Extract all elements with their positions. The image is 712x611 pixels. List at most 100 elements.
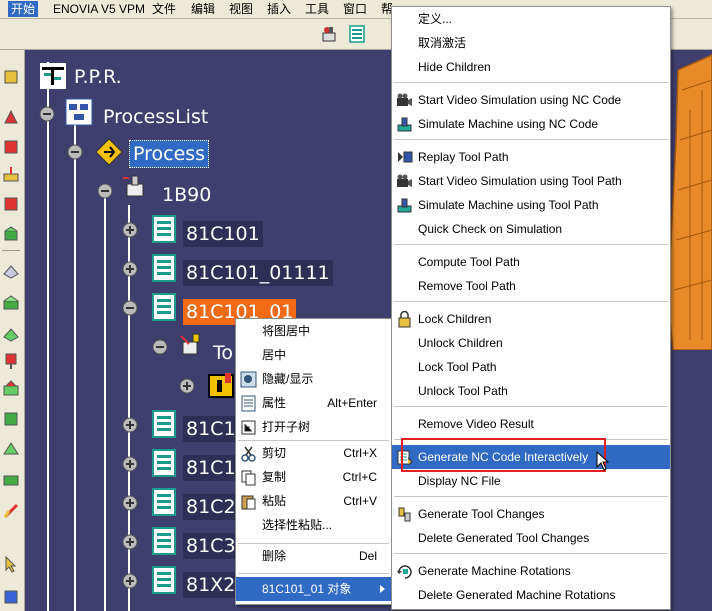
tool-icon-12[interactable] <box>2 410 20 428</box>
tool-icon-11[interactable] <box>2 380 20 398</box>
collapse-icon[interactable] <box>97 183 113 199</box>
submenu-item-remove-toolpath[interactable]: Remove Tool Path <box>392 274 670 298</box>
tree-node-op[interactable]: 81C101 <box>183 221 263 247</box>
tree-node-tool[interactable]: To <box>210 340 236 366</box>
tool-icon-13[interactable] <box>2 440 20 458</box>
menu-tools[interactable]: 工具 <box>305 2 329 16</box>
submenu-item-unlock-toolpath[interactable]: Unlock Tool Path <box>392 379 670 403</box>
nc-operation-icon <box>152 293 176 321</box>
pointer-tool-icon[interactable] <box>2 555 20 573</box>
menu-view[interactable]: 视图 <box>229 2 253 16</box>
tree-node-process[interactable]: Process <box>129 140 210 168</box>
menu-item-reframe[interactable]: 将图居中 <box>236 319 391 343</box>
context-menu: 将图居中 居中 隐藏/显示 属性 Alt+Enter 打开子树 剪切 Ctrl+X … <box>235 318 392 605</box>
menu-item-cut[interactable]: 剪切 Ctrl+X <box>236 441 391 465</box>
expand-icon[interactable] <box>122 495 138 511</box>
tool-icon-8[interactable] <box>2 294 20 312</box>
tree-node-op[interactable]: 81C1 <box>183 416 239 442</box>
menu-item-open-subtree[interactable]: 打开子树 <box>236 415 391 439</box>
tool-icon-9[interactable] <box>2 325 20 343</box>
menu-item-paste[interactable]: 粘贴 Ctrl+V <box>236 489 391 513</box>
nc-program-icon[interactable] <box>347 24 367 44</box>
submenu-item-generate-rotations[interactable]: Generate Machine Rotations <box>392 559 670 583</box>
tool-icon-6[interactable] <box>2 225 20 243</box>
submenu-item-delete-tool-changes[interactable]: Delete Generated Tool Changes <box>392 526 670 550</box>
submenu-item-simulate-nc[interactable]: Simulate Machine using NC Code <box>392 112 670 136</box>
menu-item-copy[interactable]: 复制 Ctrl+C <box>236 465 391 489</box>
simulate-machine-icon <box>397 198 412 213</box>
menu-item-object-submenu[interactable]: 81C101_01 对象 <box>236 577 391 601</box>
tree-node-processlist[interactable]: ProcessList <box>100 104 211 130</box>
3d-model-viewport[interactable] <box>668 50 712 350</box>
menu-item-hide-show[interactable]: 隐藏/显示 <box>236 367 391 391</box>
tool-icon-15[interactable] <box>2 502 20 520</box>
menu-item-delete[interactable]: 删除 Del <box>236 544 391 568</box>
collapse-icon[interactable] <box>39 106 55 122</box>
submenu-item-delete-rotations[interactable]: Delete Generated Machine Rotations <box>392 583 670 607</box>
submenu-item-replay-toolpath[interactable]: Replay Tool Path <box>392 145 670 169</box>
expand-icon[interactable] <box>122 534 138 550</box>
tool-icon-4[interactable] <box>2 166 20 184</box>
submenu-item-lock-toolpath[interactable]: Lock Tool Path <box>392 355 670 379</box>
tool-icon-17[interactable] <box>2 588 20 606</box>
collapse-icon[interactable] <box>152 339 168 355</box>
menu-enovia[interactable]: ENOVIA V5 VPM <box>53 2 145 16</box>
tool-icon-3[interactable] <box>2 138 20 156</box>
nc-operation-icon <box>152 254 176 282</box>
part-operation-icon <box>123 175 144 197</box>
submenu-item-lock-children[interactable]: Lock Children <box>392 307 670 331</box>
tree-node-ppr[interactable]: P.P.R. <box>71 64 125 90</box>
nc-operation-icon <box>152 566 176 594</box>
submenu-item-video-toolpath[interactable]: Start Video Simulation using Tool Path <box>392 169 670 193</box>
tree-node-1b90[interactable]: 1B90 <box>159 182 214 208</box>
object-submenu: 定义... 取消激活 Hide Children Start Video Sim… <box>391 6 671 610</box>
expand-icon[interactable] <box>122 417 138 433</box>
submenu-item-simulate-toolpath[interactable]: Simulate Machine using Tool Path <box>392 193 670 217</box>
submenu-item-video-nc[interactable]: Start Video Simulation using NC Code <box>392 88 670 112</box>
menu-separator <box>394 301 668 302</box>
tree-node-op[interactable]: 81C2 <box>183 494 239 520</box>
menu-start[interactable]: 开始 <box>8 1 39 17</box>
toolbar-separator <box>2 250 20 251</box>
expand-icon[interactable] <box>122 456 138 472</box>
tool-icon-14[interactable] <box>2 470 20 488</box>
tree-line <box>74 120 76 611</box>
nc-operation-icon <box>152 527 176 555</box>
submenu-item-quick-check[interactable]: Quick Check on Simulation <box>392 217 670 241</box>
tree-node-op[interactable]: 81C3 <box>183 533 239 559</box>
expand-icon[interactable] <box>179 378 195 394</box>
submenu-item-deactivate[interactable]: 取消激活 <box>392 31 670 55</box>
menu-item-properties[interactable]: 属性 Alt+Enter <box>236 391 391 415</box>
expand-icon[interactable] <box>122 573 138 589</box>
tree-node-op[interactable]: 81C101_01111 <box>183 260 333 286</box>
submenu-item-compute-toolpath[interactable]: Compute Tool Path <box>392 250 670 274</box>
tool-icon-1[interactable] <box>2 68 20 86</box>
tree-node-op[interactable]: 81C1 <box>183 455 239 481</box>
lock-icon <box>398 311 411 328</box>
copy-icon <box>241 470 256 486</box>
submenu-arrow-icon <box>380 585 385 593</box>
tool-icon-10[interactable] <box>2 352 20 370</box>
submenu-item-define[interactable]: 定义... <box>392 7 670 31</box>
menu-item-center[interactable]: 居中 <box>236 343 391 367</box>
tool-icon-7[interactable] <box>2 262 20 280</box>
menu-separator <box>394 244 668 245</box>
collapse-icon[interactable] <box>67 144 83 160</box>
submenu-item-unlock-children[interactable]: Unlock Children <box>392 331 670 355</box>
tree-node-op[interactable]: 81X2 <box>183 572 239 598</box>
menu-insert[interactable]: 插入 <box>267 2 291 16</box>
submenu-item-hide-children[interactable]: Hide Children <box>392 55 670 79</box>
tool-icon-5[interactable] <box>2 195 20 213</box>
menu-edit[interactable]: 编辑 <box>191 2 215 16</box>
submenu-item-display-nc-file[interactable]: Display NC File <box>392 469 670 493</box>
menu-item-paste-special[interactable]: 选择性粘贴... <box>236 513 391 537</box>
submenu-item-remove-video[interactable]: Remove Video Result <box>392 412 670 436</box>
tool-icon-2[interactable] <box>2 108 20 126</box>
submenu-item-generate-tool-changes[interactable]: Generate Tool Changes <box>392 502 670 526</box>
expand-icon[interactable] <box>122 261 138 277</box>
menu-window[interactable]: 窗口 <box>343 2 367 16</box>
menu-file[interactable]: 文件 <box>152 2 176 16</box>
machine-icon[interactable] <box>320 24 340 44</box>
collapse-icon[interactable] <box>122 300 138 316</box>
expand-icon[interactable] <box>122 222 138 238</box>
